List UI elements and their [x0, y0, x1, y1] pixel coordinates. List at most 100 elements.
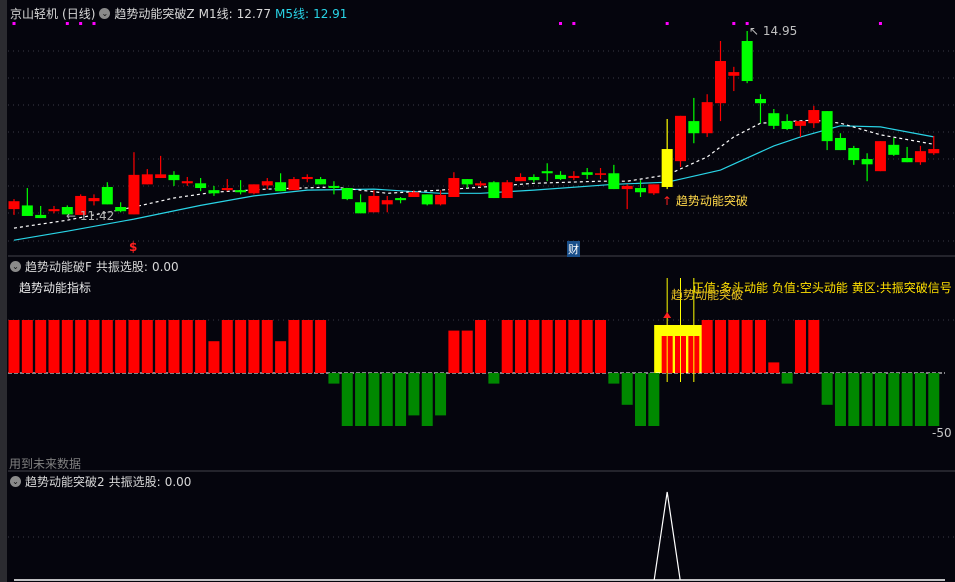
momentum-bar	[821, 373, 833, 405]
momentum-bar	[235, 320, 247, 373]
candles	[8, 22, 940, 241]
candle-body	[821, 111, 833, 142]
panel2-signal-label: 趋势动能突破	[671, 288, 744, 302]
momentum-bar	[635, 373, 647, 426]
momentum-bar	[581, 320, 593, 373]
low-price-label: ← 11.42	[66, 209, 115, 223]
momentum-bar	[115, 320, 127, 373]
momentum-bar	[421, 373, 433, 426]
breakout-signal-label: ↑ 趋势动能突破	[662, 192, 748, 209]
marker-dot	[12, 22, 16, 25]
m5-value: 12.91	[313, 6, 348, 21]
candle-body	[861, 159, 873, 165]
candle-body	[461, 179, 473, 185]
candle-body	[168, 174, 180, 181]
candle-body	[648, 184, 660, 194]
momentum-bar	[741, 320, 753, 373]
momentum-panel	[8, 278, 945, 426]
low-value: 11.42	[79, 209, 115, 223]
panel2-indicator-name[interactable]: 趋势动能破F	[25, 258, 92, 275]
candle-body	[368, 195, 380, 213]
momentum-bar	[275, 341, 287, 373]
candle-body	[661, 149, 673, 187]
candle-body	[848, 147, 860, 161]
m5-label: M5线:	[275, 7, 310, 21]
momentum-bar	[341, 373, 353, 426]
momentum-bar	[714, 320, 726, 373]
candle-body	[261, 181, 273, 186]
candle-body	[88, 198, 100, 202]
momentum-bar	[155, 320, 167, 373]
momentum-bar	[181, 320, 193, 373]
marker-dot	[559, 22, 563, 25]
signal-text: 趋势动能突破	[675, 194, 748, 208]
candle-body	[675, 115, 686, 162]
momentum-bar	[794, 320, 806, 373]
candle-body	[794, 121, 806, 126]
candle-body	[341, 188, 353, 200]
momentum-bar	[448, 330, 460, 373]
momentum-bar	[101, 320, 113, 373]
candle-body	[488, 182, 500, 199]
marker-dot	[79, 22, 83, 25]
chevron-down-icon[interactable]: ⌄	[99, 8, 111, 19]
momentum-bar	[355, 373, 367, 426]
resonance-value: 0.00	[151, 259, 179, 274]
chevron-down-icon[interactable]: ⌄	[10, 476, 21, 487]
indicator-name[interactable]: 趋势动能突破Z	[114, 5, 194, 22]
momentum-bar	[395, 373, 407, 426]
panel3-indicator-name[interactable]: 趋势动能突破2	[25, 473, 105, 490]
momentum-bar	[834, 373, 846, 426]
momentum-bar	[368, 373, 380, 426]
momentum-bar	[128, 320, 140, 373]
candle-body	[421, 194, 433, 205]
dollar-marker[interactable]: $	[129, 240, 137, 254]
stock-name: 京山轻机	[10, 7, 59, 21]
candle-body	[528, 176, 540, 181]
momentum-bar	[221, 320, 233, 373]
momentum-bar	[515, 320, 527, 373]
candle-body	[568, 175, 580, 179]
candle-body	[595, 173, 607, 175]
candle-body	[754, 98, 766, 104]
momentum-bar	[61, 320, 73, 373]
momentum-bar	[928, 373, 940, 426]
momentum-bar	[8, 320, 20, 373]
momentum-bar	[541, 320, 553, 373]
signal-panel	[14, 491, 945, 581]
candle-body	[435, 194, 447, 205]
momentum-bar	[288, 320, 300, 373]
candle-body	[208, 190, 220, 194]
momentum-bar	[208, 341, 220, 373]
candle-body	[48, 209, 60, 212]
panel2-header: ⌄ 趋势动能破F 共振选股: 0.00	[10, 258, 179, 275]
marker-dot	[65, 22, 69, 25]
momentum-bar	[381, 373, 393, 426]
candle-body	[155, 174, 167, 179]
m1-value: 12.77	[236, 6, 272, 21]
momentum-bar	[261, 320, 273, 373]
marker-dot	[665, 22, 669, 25]
resonance-label: 共振选股:	[95, 260, 148, 274]
candle-body	[714, 61, 726, 104]
candle-body	[808, 110, 820, 124]
candle-body	[901, 157, 913, 163]
candle-body	[608, 173, 620, 190]
candle-body	[635, 188, 647, 193]
momentum-bar	[781, 373, 793, 384]
momentum-bar	[75, 320, 87, 373]
momentum-bar	[621, 373, 633, 405]
momentum-bar	[435, 373, 447, 416]
finance-marker[interactable]: 财	[567, 241, 580, 257]
candle-body	[408, 192, 420, 197]
candle-body	[381, 200, 393, 205]
candle-body	[555, 174, 567, 180]
momentum-bar	[728, 320, 740, 373]
candle-body	[621, 185, 633, 190]
marker-dot	[878, 22, 882, 25]
momentum-bar	[48, 320, 60, 373]
chevron-down-icon[interactable]: ⌄	[10, 261, 21, 272]
candle-body	[235, 190, 247, 193]
candle-body	[768, 113, 780, 126]
momentum-bar	[648, 373, 660, 426]
